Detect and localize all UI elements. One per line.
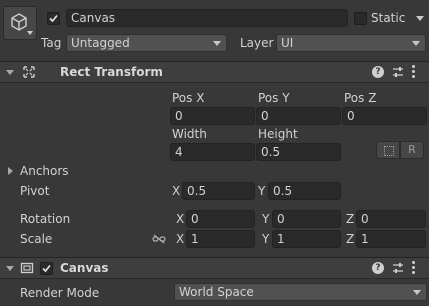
scale-x-field[interactable]: 1 <box>186 230 255 248</box>
gameobject-name-input[interactable]: Canvas <box>66 9 348 27</box>
pivot-y-field[interactable]: 0.5 <box>268 182 341 200</box>
pivot-y-label: Y <box>258 184 266 198</box>
canvas-icon <box>20 262 34 274</box>
help-icon[interactable]: ? <box>372 262 384 274</box>
static-checkbox[interactable] <box>354 12 367 25</box>
scale-y-label: Y <box>262 232 270 246</box>
pos-x-field[interactable]: 0 <box>170 107 255 125</box>
foldout-arrow-icon <box>6 70 14 75</box>
canvas-title: Canvas <box>60 261 109 275</box>
link-constrain-icon[interactable] <box>152 233 166 245</box>
rect-transform-title: Rect Transform <box>60 65 163 79</box>
canvas-component-header[interactable]: Canvas ? <box>0 257 429 279</box>
active-checkbox[interactable] <box>47 12 60 25</box>
render-mode-value: World Space <box>179 285 254 299</box>
chevron-down-icon <box>412 41 420 46</box>
gameobject-icon-button[interactable] <box>3 6 37 40</box>
canvas-enabled-checkbox[interactable] <box>40 262 53 275</box>
pivot-x-label: X <box>172 184 181 198</box>
static-label: Static <box>371 11 406 25</box>
chevron-down-icon <box>27 31 33 35</box>
pos-z-label: Pos Z <box>344 91 377 105</box>
height-label: Height <box>258 127 298 141</box>
move-arrows-icon <box>23 66 35 78</box>
kebab-menu-icon[interactable] <box>412 261 415 275</box>
scale-z-field[interactable]: 1 <box>356 230 426 248</box>
height-field[interactable]: 0.5 <box>256 143 341 161</box>
tag-label: Tag <box>41 36 62 50</box>
pivot-x-field[interactable]: 0.5 <box>182 182 255 200</box>
rotation-y-label: Y <box>262 212 270 226</box>
pos-z-field[interactable]: 0 <box>342 107 427 125</box>
preset-sliders-icon[interactable] <box>392 66 404 78</box>
rotation-z-field[interactable]: 0 <box>356 210 426 228</box>
blueprint-mode-button[interactable] <box>376 141 400 159</box>
render-mode-label: Render Mode <box>20 286 100 300</box>
pos-y-label: Pos Y <box>258 91 290 105</box>
help-icon[interactable]: ? <box>372 66 384 78</box>
rect-transform-header[interactable]: Rect Transform ? <box>0 61 429 83</box>
layer-label: Layer <box>240 36 274 50</box>
cube-icon <box>11 13 27 31</box>
rotation-z-label: Z <box>346 212 355 226</box>
width-field[interactable]: 4 <box>170 143 255 161</box>
preset-sliders-icon[interactable] <box>392 262 404 274</box>
rotation-x-label: X <box>176 212 185 226</box>
scale-z-label: Z <box>346 232 355 246</box>
tag-value: Untagged <box>71 36 130 50</box>
dotted-rect-icon <box>384 146 394 156</box>
raw-edit-button[interactable]: R <box>400 141 424 159</box>
pivot-label: Pivot <box>20 184 50 198</box>
foldout-arrow-icon[interactable] <box>8 167 13 175</box>
width-label: Width <box>172 127 207 141</box>
layer-dropdown[interactable]: UI <box>276 34 426 52</box>
anchors-label[interactable]: Anchors <box>20 163 69 179</box>
chevron-down-icon <box>413 290 421 295</box>
static-dropdown-arrow[interactable] <box>416 16 424 21</box>
layer-value: UI <box>281 36 294 50</box>
kebab-menu-icon[interactable] <box>412 65 415 79</box>
rotation-y-field[interactable]: 0 <box>272 210 341 228</box>
checkmark-icon <box>42 264 51 273</box>
scale-x-label: X <box>176 232 185 246</box>
pos-y-field[interactable]: 0 <box>256 107 341 125</box>
scale-y-field[interactable]: 1 <box>272 230 341 248</box>
foldout-arrow-icon <box>6 266 14 271</box>
chevron-down-icon <box>213 41 221 46</box>
rotation-label: Rotation <box>20 212 71 226</box>
rotation-x-field[interactable]: 0 <box>186 210 255 228</box>
scale-label: Scale <box>20 232 53 246</box>
tag-dropdown[interactable]: Untagged <box>66 34 227 52</box>
checkmark-icon <box>49 14 58 23</box>
pos-x-label: Pos X <box>172 91 205 105</box>
render-mode-dropdown[interactable]: World Space <box>174 283 427 301</box>
